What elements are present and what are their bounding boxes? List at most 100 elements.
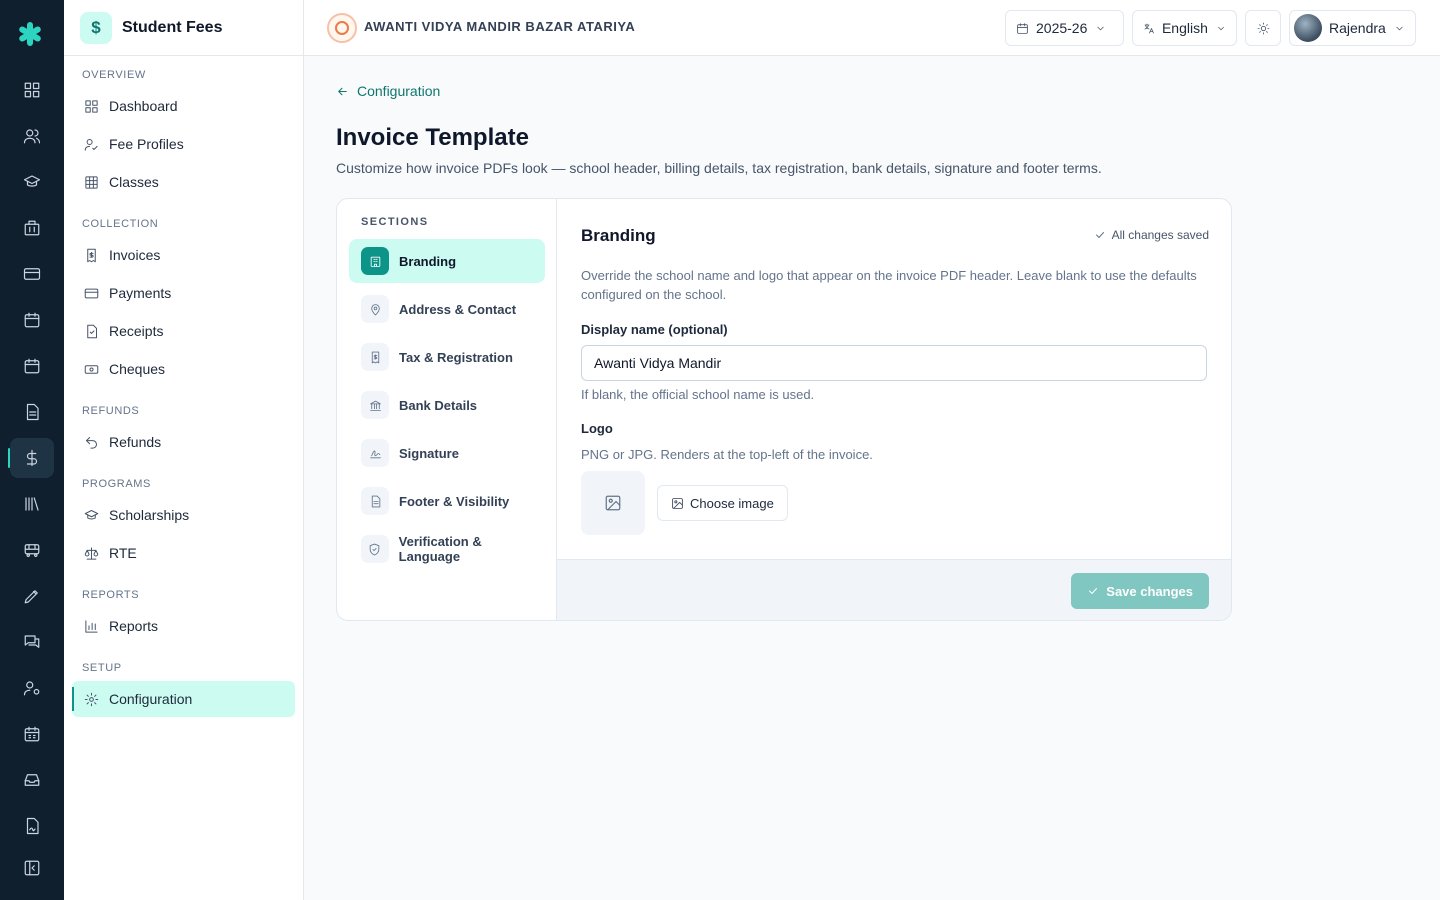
sidebar-item-reports[interactable]: Reports (72, 608, 295, 644)
sidebar-item-label: Payments (109, 285, 172, 301)
school-logo-icon (327, 13, 357, 43)
display-name-input[interactable] (581, 345, 1207, 381)
sidebar-item-fee-profiles[interactable]: Fee Profiles (72, 126, 295, 162)
section-branding[interactable]: Branding (349, 239, 545, 283)
back-to-configuration-link[interactable]: Configuration (336, 83, 440, 99)
rail-calendar-icon[interactable] (10, 300, 54, 340)
dollar-icon: $ (80, 11, 112, 44)
building-icon (361, 247, 389, 275)
section-bank-details[interactable]: Bank Details (349, 383, 545, 427)
sidebar-section-reports: REPORTS (82, 589, 140, 601)
rail-user-cog-icon[interactable] (10, 668, 54, 708)
rail-document-icon[interactable] (10, 392, 54, 432)
chevron-down-icon (1396, 26, 1403, 30)
sidebar-item-dashboard[interactable]: Dashboard (72, 88, 295, 124)
rail-pen-icon[interactable] (10, 576, 54, 616)
map-pin-icon (361, 295, 389, 323)
sections-nav: SECTIONS Branding Address & Contact Tax … (337, 199, 557, 620)
user-check-icon (84, 138, 98, 151)
graduation-cap-icon (84, 509, 99, 519)
section-signature[interactable]: Signature (349, 431, 545, 475)
avatar (1294, 14, 1322, 42)
rail-calendar-icon[interactable] (10, 346, 54, 386)
invoice-icon (87, 248, 96, 262)
logo-preview (581, 471, 645, 535)
sun-icon (1257, 22, 1269, 34)
sidebar-item-label: Configuration (109, 691, 193, 707)
check-icon (1095, 232, 1104, 238)
receipt-icon (87, 324, 97, 338)
branding-panel: Branding All changes saved Override the … (557, 199, 1231, 620)
sidebar-item-receipts[interactable]: Receipts (72, 313, 295, 349)
sidebar-item-label: RTE (109, 545, 137, 561)
section-label: Verification & Language (398, 534, 482, 564)
section-label: Footer & Visibility (399, 493, 510, 509)
image-icon (672, 497, 683, 509)
display-name-label: Display name (optional) (581, 322, 728, 337)
rail-calendar-grid-icon[interactable] (10, 714, 54, 754)
app-rail (0, 0, 64, 900)
rail-inbox-icon[interactable] (10, 760, 54, 800)
sidebar-item-label: Refunds (109, 434, 162, 450)
rail-bus-icon[interactable] (10, 530, 54, 570)
sidebar-item-label: Dashboard (109, 98, 178, 114)
sidebar-item-refunds[interactable]: Refunds (72, 424, 295, 460)
bank-icon (361, 391, 389, 419)
rail-file-signature-icon[interactable] (10, 806, 54, 846)
page-subtitle: Customize how invoice PDFs look — school… (336, 160, 1102, 176)
undo-icon (86, 436, 97, 449)
theme-toggle-button[interactable] (1245, 10, 1281, 46)
rail-graduation-cap-icon[interactable] (10, 162, 54, 202)
sidebar-item-configuration[interactable]: Configuration (72, 681, 295, 717)
module-header: $ Student Fees (64, 0, 303, 56)
sidebar-item-invoices[interactable]: Invoices (72, 237, 295, 273)
sidebar-item-label: Cheques (109, 361, 166, 377)
save-changes-button[interactable]: Save changes (1071, 573, 1209, 609)
section-label: Address & Contact (399, 301, 517, 317)
sidebar-item-label: Reports (109, 618, 159, 634)
shield-check-icon (361, 535, 389, 563)
sidebar-item-label: Scholarships (109, 507, 190, 523)
back-link-label: Configuration (357, 83, 441, 99)
section-label: Branding (399, 253, 457, 269)
chevron-down-icon (1218, 26, 1224, 30)
panel-description: Override the school name and logo that a… (581, 268, 1197, 302)
rail-dashboard-icon[interactable] (10, 70, 54, 110)
language-select[interactable]: English (1132, 10, 1237, 46)
choose-image-button[interactable]: Choose image (657, 485, 788, 521)
rail-building-icon[interactable] (10, 208, 54, 248)
sidebar-item-payments[interactable]: Payments (72, 275, 295, 311)
rail-messages-icon[interactable] (10, 622, 54, 662)
signature-icon (361, 439, 389, 467)
rail-library-icon[interactable] (10, 484, 54, 524)
sidebar-section-setup: SETUP (82, 662, 122, 674)
sidebar-item-rte[interactable]: RTE (72, 535, 295, 571)
section-label: Signature (399, 445, 459, 461)
rail-collapse-icon[interactable] (10, 848, 54, 888)
sidebar-section-refunds: REFUNDS (82, 405, 140, 417)
sidebar-item-label: Fee Profiles (109, 136, 184, 152)
panel-title: Branding (581, 226, 656, 245)
academic-year-select[interactable]: 2025-26 (1005, 10, 1124, 46)
user-menu-button[interactable]: Rajendra (1289, 10, 1416, 46)
app-logo-icon[interactable] (16, 20, 44, 48)
rail-users-icon[interactable] (10, 116, 54, 156)
rail-card-icon[interactable] (10, 254, 54, 294)
rail-dollar-icon[interactable] (8, 438, 54, 478)
sidebar-item-cheques[interactable]: Cheques (72, 351, 295, 387)
sidebar-item-label: Receipts (109, 323, 164, 339)
sidebar-item-classes[interactable]: Classes (72, 164, 295, 200)
sidebar-section-overview: OVERVIEW (82, 69, 146, 81)
sidebar-item-scholarships[interactable]: Scholarships (72, 497, 295, 533)
section-label: Bank Details (399, 397, 478, 413)
section-footer-visibility[interactable]: Footer & Visibility (349, 479, 545, 523)
section-tax-registration[interactable]: Tax & Registration (349, 335, 545, 379)
display-name-hint: If blank, the official school name is us… (581, 387, 815, 402)
section-verification-language[interactable]: Verification & Language (349, 527, 545, 571)
dashboard-icon (85, 99, 98, 113)
save-changes-label: Save changes (1106, 583, 1193, 599)
check-icon (1089, 588, 1098, 594)
section-label: Tax & Registration (399, 349, 513, 365)
image-icon (605, 495, 621, 511)
section-address-contact[interactable]: Address & Contact (349, 287, 545, 331)
